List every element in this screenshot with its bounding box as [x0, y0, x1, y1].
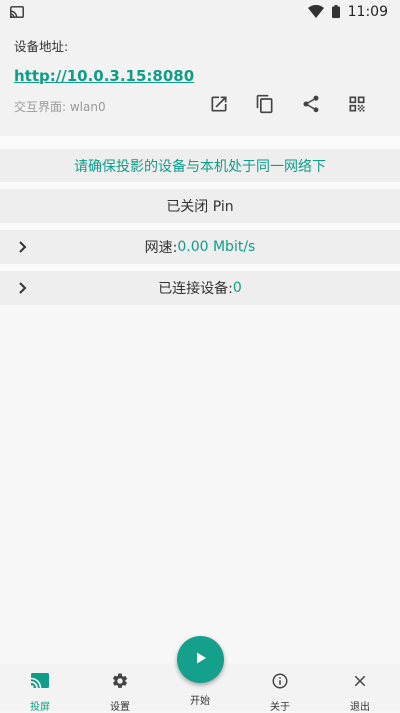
device-address-card: 设备地址: http://10.0.3.15:8080 交互界面: wlan0: [0, 24, 400, 136]
nav-about[interactable]: 关于: [240, 664, 320, 713]
status-time: 11:09: [347, 4, 388, 20]
qr-code-icon: [347, 94, 367, 118]
start-label: 开始: [190, 696, 210, 707]
spacer: [0, 223, 400, 230]
nav-exit[interactable]: 退出: [320, 664, 400, 713]
qr-code-button[interactable]: [334, 91, 380, 121]
address-label: 设备地址:: [14, 39, 69, 54]
spacer: [0, 264, 400, 271]
spacer: [0, 182, 400, 189]
battery-icon: [331, 3, 340, 22]
gear-icon: [110, 672, 130, 694]
start-button[interactable]: [177, 636, 224, 683]
wifi-icon: [307, 3, 324, 22]
chevron-right-icon: [17, 240, 29, 254]
connected-devices-row[interactable]: 已连接设备: 0: [0, 271, 400, 305]
open-external-button[interactable]: [196, 91, 242, 121]
status-bar: 11:09: [0, 0, 400, 24]
address-link[interactable]: http://10.0.3.15:8080: [14, 67, 194, 85]
open-external-icon: [209, 94, 229, 118]
cast-status-icon: [10, 3, 24, 22]
connected-value: 0: [232, 280, 242, 296]
cast-icon: [30, 672, 50, 694]
pin-status-row[interactable]: 已关闭 Pin: [0, 189, 400, 223]
info-icon: [270, 672, 290, 694]
interface-text: 交互界面: wlan0: [14, 99, 106, 114]
share-icon: [301, 94, 321, 118]
chevron-right-icon: [17, 281, 29, 295]
speed-value: 0.00 Mbit/s: [177, 239, 256, 255]
spacer: [0, 136, 400, 149]
nav-settings[interactable]: 设置: [80, 664, 160, 713]
speed-label: 网速:: [144, 240, 178, 256]
network-notice: 请确保投影的设备与本机处于同一网络下: [0, 149, 400, 182]
copy-icon: [255, 94, 275, 118]
copy-button[interactable]: [242, 91, 288, 121]
close-icon: [350, 672, 370, 694]
speed-row[interactable]: 网速: 0.00 Mbit/s: [0, 230, 400, 264]
connected-label: 已连接设备:: [158, 281, 233, 297]
share-button[interactable]: [288, 91, 334, 121]
play-icon: [194, 650, 208, 669]
nav-cast[interactable]: 投屏: [0, 664, 80, 713]
